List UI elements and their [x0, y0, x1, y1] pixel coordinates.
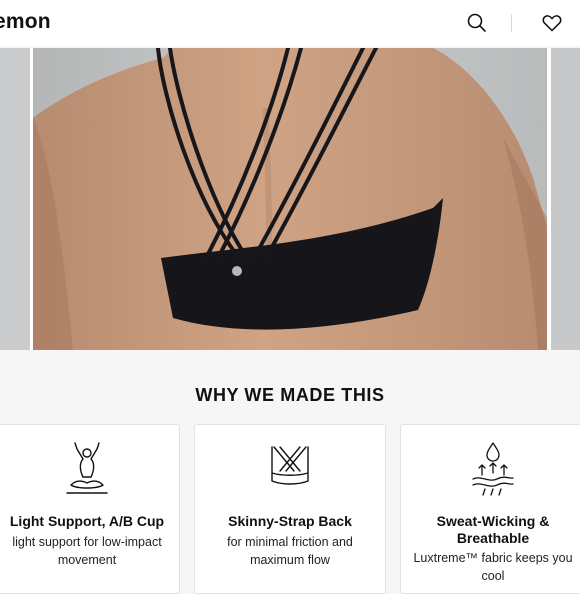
- feature-title: Sweat-Wicking & Breathable: [436, 513, 550, 546]
- feature-description: light support for low-impact movement: [12, 535, 162, 567]
- header-divider: [511, 14, 512, 32]
- carousel-slide-active[interactable]: [33, 48, 547, 350]
- search-icon[interactable]: [466, 12, 488, 34]
- yoga-pose-icon: [66, 442, 108, 494]
- feature-description: for minimal friction and maximum flow: [227, 535, 353, 567]
- feature-title: Light Support, A/B Cup: [9, 513, 165, 529]
- feature-card-sweat-wicking: Sweat-Wicking & Breathable Luxtreme™ fab…: [400, 424, 580, 594]
- sweat-wicking-icon: [472, 442, 514, 496]
- carousel-slide-next[interactable]: [551, 48, 580, 350]
- strappy-bra-icon: [271, 446, 309, 485]
- heart-icon[interactable]: [541, 12, 563, 34]
- section-title: WHY WE MADE THIS: [195, 385, 385, 405]
- feature-title: Skinny-Strap Back: [228, 513, 352, 529]
- product-photo-bra-back: [33, 48, 547, 350]
- product-image-carousel[interactable]: [0, 48, 580, 350]
- carousel-slide-previous[interactable]: [0, 48, 30, 350]
- feature-card-light-support: Light Support, A/B Cup light support for…: [0, 424, 180, 594]
- brand-logo[interactable]: emon: [0, 10, 51, 34]
- feature-card-skinny-strap: Skinny-Strap Back for minimal friction a…: [194, 424, 386, 594]
- why-we-made-this-section: WHY WE MADE THIS Light Support, A/B Cup …: [0, 350, 580, 594]
- header: emon: [0, 0, 580, 46]
